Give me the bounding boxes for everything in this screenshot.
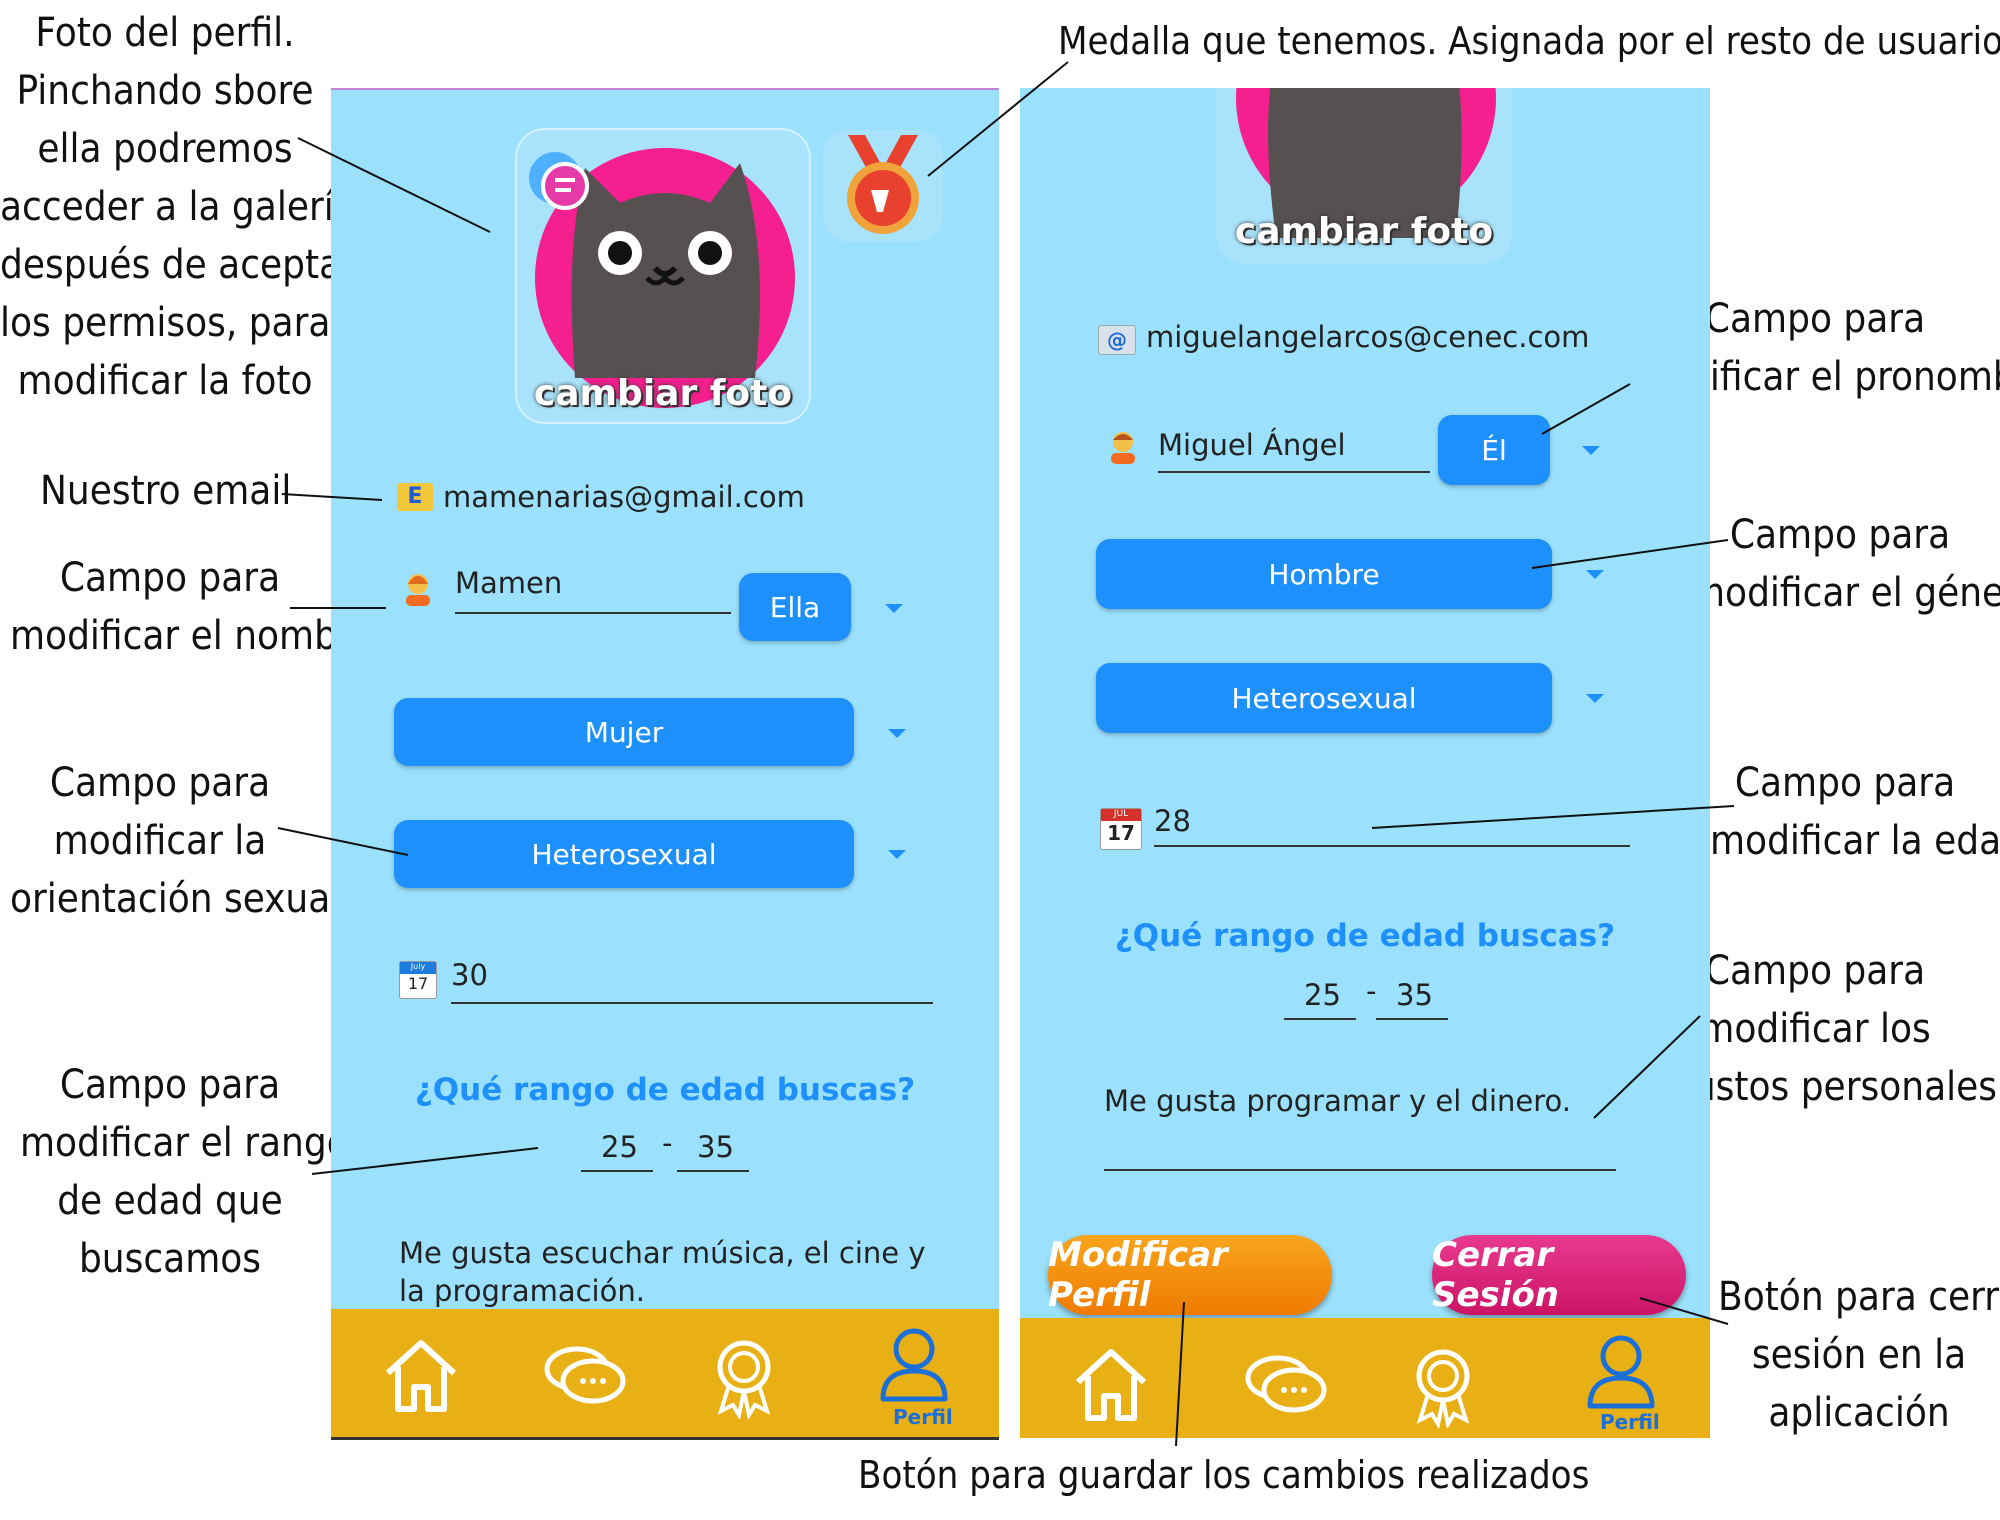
- annotation-callout-lines: [277, 61, 1735, 1447]
